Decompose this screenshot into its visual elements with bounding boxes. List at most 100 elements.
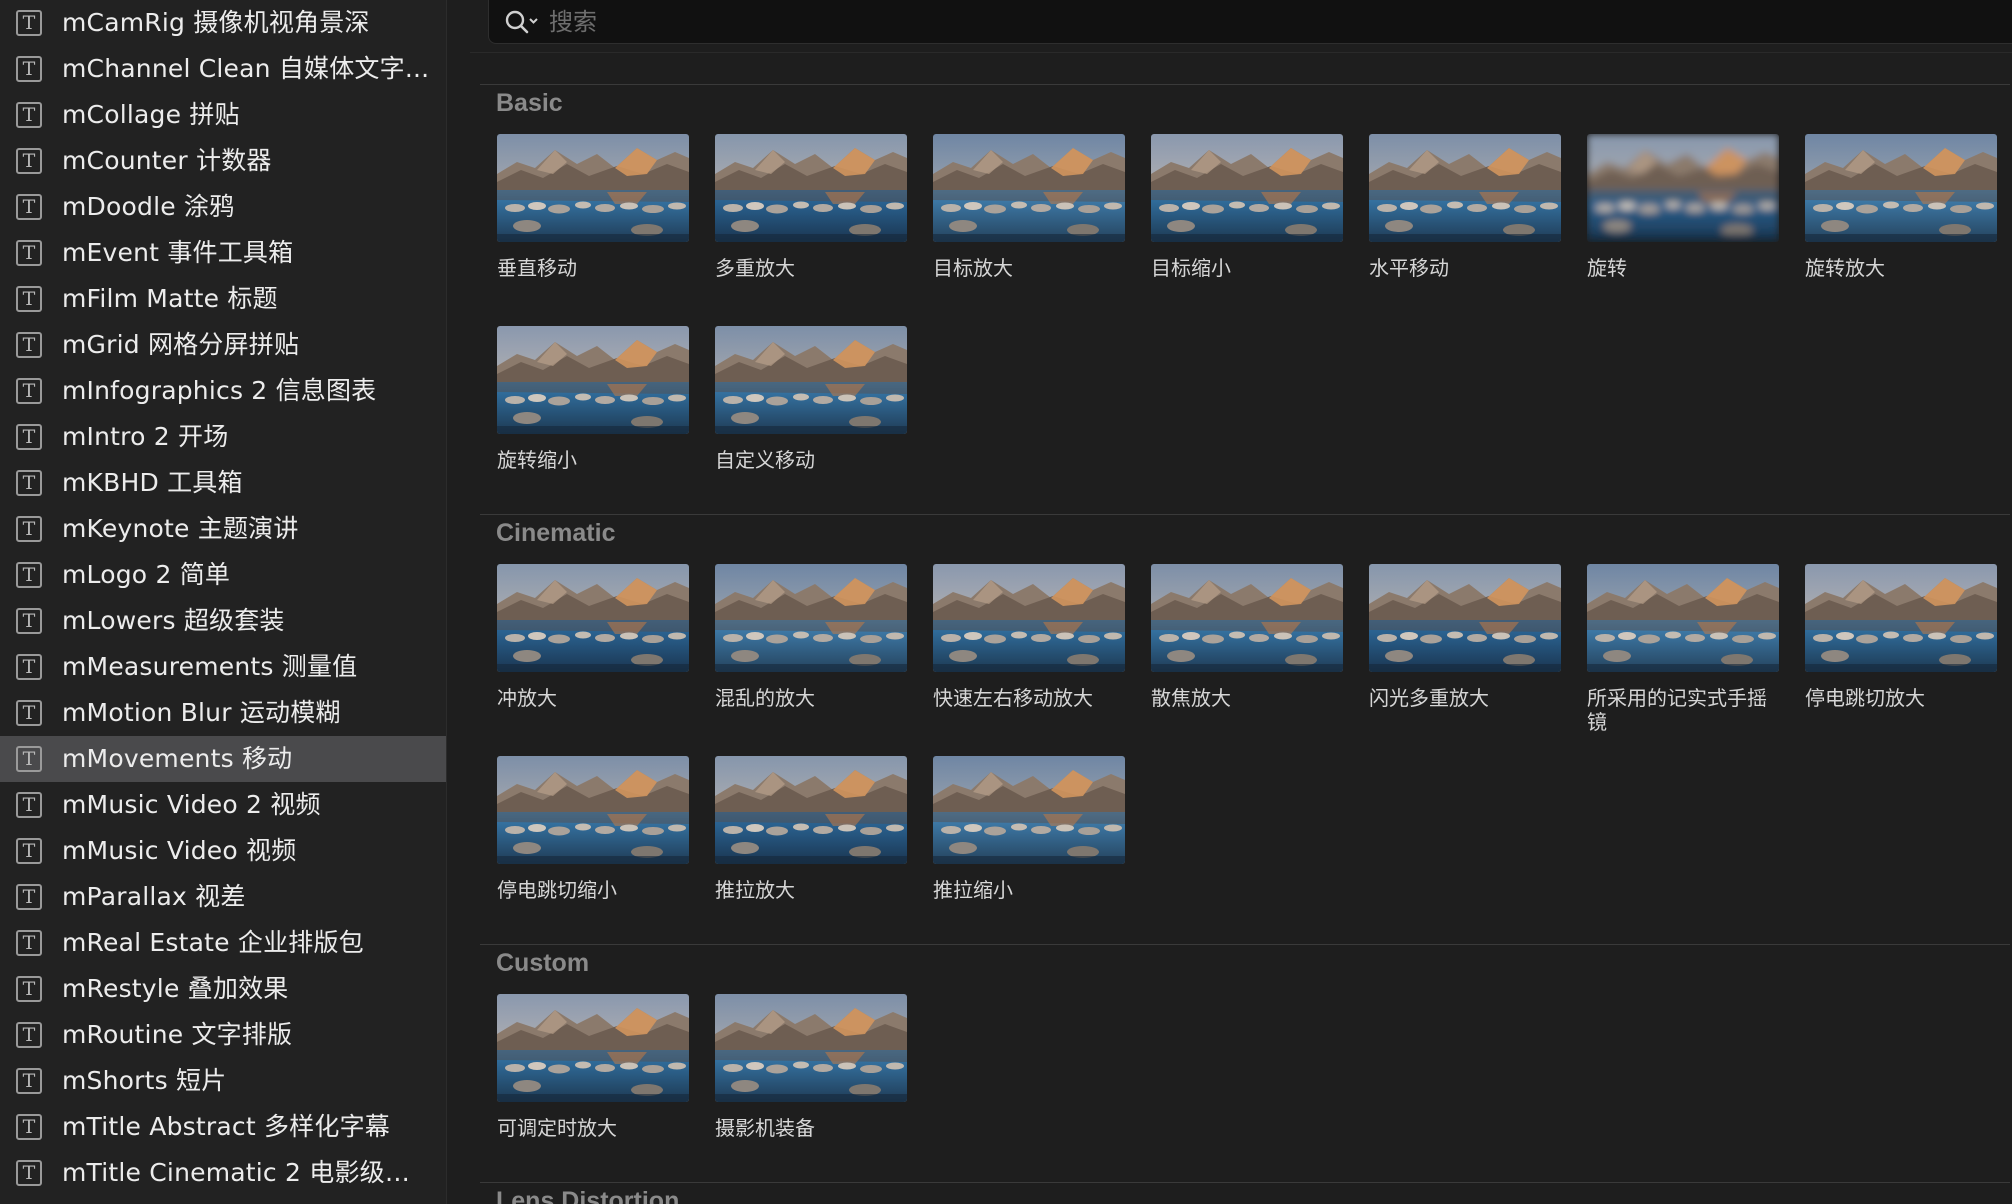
effect-label: 多重放大 <box>715 256 795 280</box>
sidebar-item-label: mRoutine 文字排版 <box>62 1020 293 1049</box>
section-title: Custom <box>496 949 590 977</box>
sidebar-item[interactable]: TmMusic Video 视频 <box>0 828 446 874</box>
effect-tile[interactable]: 旋转放大 <box>1805 134 1997 280</box>
text-T-icon: T <box>16 424 42 450</box>
sidebar-item[interactable]: TmKBHD 工具箱 <box>0 460 446 506</box>
effect-tile[interactable]: 混乱的放大 <box>715 564 907 710</box>
effect-thumbnail <box>497 994 689 1102</box>
effect-tile[interactable]: 停电跳切放大 <box>1805 564 1997 710</box>
sidebar-item-label: mMotion Blur 运动模糊 <box>62 698 341 727</box>
effect-tile[interactable]: 可调定时放大 <box>497 994 689 1140</box>
sidebar-item[interactable]: TmDoodle 涂鸦 <box>0 184 446 230</box>
text-T-icon: T <box>16 1068 42 1094</box>
effect-label: 旋转放大 <box>1805 256 1885 280</box>
sidebar-item[interactable]: TmShorts 短片 <box>0 1058 446 1104</box>
sidebar-item[interactable]: TmMeasurements 测量值 <box>0 644 446 690</box>
effect-label: 垂直移动 <box>497 256 577 280</box>
sidebar-item[interactable]: TmTitle Cinematic 2 电影级标题 <box>0 1150 446 1196</box>
sidebar-item-label: mMeasurements 测量值 <box>62 652 358 681</box>
effect-tile[interactable]: 停电跳切缩小 <box>497 756 689 902</box>
effect-label: 所采用的记实式手摇镜 <box>1587 686 1767 734</box>
section-title: Cinematic <box>496 519 616 547</box>
sidebar-item[interactable]: TmInfographics 2 信息图表 <box>0 368 446 414</box>
sidebar-item[interactable]: TmMusic Video 2 视频 <box>0 782 446 828</box>
sidebar-item-label: mMusic Video 2 视频 <box>62 790 321 819</box>
sidebar-item[interactable]: TmCounter 计数器 <box>0 138 446 184</box>
sidebar-item[interactable]: TmCollage 拼贴 <box>0 92 446 138</box>
effect-tile[interactable]: 旋转 <box>1587 134 1779 280</box>
sidebar-item-label: mKeynote 主题演讲 <box>62 514 299 543</box>
text-T-icon: T <box>16 930 42 956</box>
effect-tile[interactable]: 所采用的记实式手摇镜 <box>1587 564 1779 734</box>
section-header: Cinematic <box>480 514 2010 559</box>
effect-tile[interactable]: 冲放大 <box>497 564 689 710</box>
sidebar-item[interactable]: TmEvent 事件工具箱 <box>0 230 446 276</box>
effect-label: 目标放大 <box>933 256 1013 280</box>
effect-tile[interactable]: 快速左右移动放大 <box>933 564 1125 710</box>
effect-label: 旋转缩小 <box>497 448 577 472</box>
effect-tile[interactable]: 推拉放大 <box>715 756 907 902</box>
sidebar-item[interactable]: TmGrid 网格分屏拼贴 <box>0 322 446 368</box>
effect-label: 推拉缩小 <box>933 878 1013 902</box>
effect-thumbnail <box>715 134 907 242</box>
sidebar-item[interactable]: TmRestyle 叠加效果 <box>0 966 446 1012</box>
effect-thumbnail <box>715 756 907 864</box>
sidebar-item-label: mCollage 拼贴 <box>62 100 240 129</box>
effect-tile[interactable]: 闪光多重放大 <box>1369 564 1561 710</box>
effect-thumbnail <box>1369 134 1561 242</box>
sidebar-item[interactable]: TmMotion Blur 运动模糊 <box>0 690 446 736</box>
sidebar-item[interactable]: TmMovements 移动 <box>0 736 446 782</box>
effect-tile[interactable]: 摄影机装备 <box>715 994 907 1140</box>
effect-tile[interactable]: 目标缩小 <box>1151 134 1343 280</box>
search-icon[interactable] <box>503 8 539 36</box>
effect-thumbnail <box>933 134 1125 242</box>
text-T-icon: T <box>16 700 42 726</box>
sidebar: TmCamRig 摄像机视角景深 TmChannel Clean 自媒体文字...… <box>0 0 447 1204</box>
sidebar-item[interactable]: TmParallax 视差 <box>0 874 446 920</box>
effect-label: 自定义移动 <box>715 448 815 472</box>
effect-tile[interactable]: 多重放大 <box>715 134 907 280</box>
text-T-icon: T <box>16 470 42 496</box>
effect-tile[interactable]: 目标放大 <box>933 134 1125 280</box>
text-T-icon: T <box>16 378 42 404</box>
sidebar-item[interactable]: TmIntro 2 开场 <box>0 414 446 460</box>
sidebar-item[interactable]: TmRoutine 文字排版 <box>0 1012 446 1058</box>
effect-tile[interactable]: 自定义移动 <box>715 326 907 472</box>
effect-tile[interactable]: 推拉缩小 <box>933 756 1125 902</box>
sidebar-item[interactable]: TmLowers 超级套装 <box>0 598 446 644</box>
effect-thumbnail <box>497 564 689 672</box>
effect-label: 冲放大 <box>497 686 557 710</box>
text-T-icon: T <box>16 746 42 772</box>
sidebar-item[interactable]: TmChannel Clean 自媒体文字... <box>0 46 446 92</box>
search-input[interactable] <box>547 0 1451 44</box>
sidebar-item-label: mLowers 超级套装 <box>62 606 285 635</box>
effect-thumbnail <box>1369 564 1561 672</box>
sidebar-item-label: mShorts 短片 <box>62 1066 227 1095</box>
effect-tile[interactable]: 水平移动 <box>1369 134 1561 280</box>
text-T-icon: T <box>16 10 42 36</box>
sidebar-item[interactable]: TmReal Estate 企业排版包 <box>0 920 446 966</box>
effect-tile[interactable]: 旋转缩小 <box>497 326 689 472</box>
text-T-icon: T <box>16 654 42 680</box>
section-title: Lens Distortion <box>496 1187 680 1204</box>
sidebar-item[interactable]: TmFilm Matte 标题 <box>0 276 446 322</box>
effect-tile[interactable]: 垂直移动 <box>497 134 689 280</box>
effect-label: 水平移动 <box>1369 256 1449 280</box>
effect-thumbnail <box>933 564 1125 672</box>
effect-thumbnail <box>715 994 907 1102</box>
effect-tile[interactable]: 散焦放大 <box>1151 564 1343 710</box>
sidebar-item[interactable]: TmCamRig 摄像机视角景深 <box>0 0 446 46</box>
effect-thumbnail <box>1587 564 1779 672</box>
sidebar-item-label: mKBHD 工具箱 <box>62 468 243 497</box>
text-T-icon: T <box>16 102 42 128</box>
sidebar-item-label: mIntro 2 开场 <box>62 422 229 451</box>
text-T-icon: T <box>16 1114 42 1140</box>
sidebar-item[interactable]: TmTitle Abstract 多样化字幕 <box>0 1104 446 1150</box>
text-T-icon: T <box>16 884 42 910</box>
effect-label: 摄影机装备 <box>715 1116 815 1140</box>
effect-label: 目标缩小 <box>1151 256 1231 280</box>
sidebar-item[interactable]: TmLogo 2 简单 <box>0 552 446 598</box>
sidebar-item[interactable]: TmKeynote 主题演讲 <box>0 506 446 552</box>
effect-label: 快速左右移动放大 <box>933 686 1093 710</box>
effect-thumbnail <box>497 134 689 242</box>
